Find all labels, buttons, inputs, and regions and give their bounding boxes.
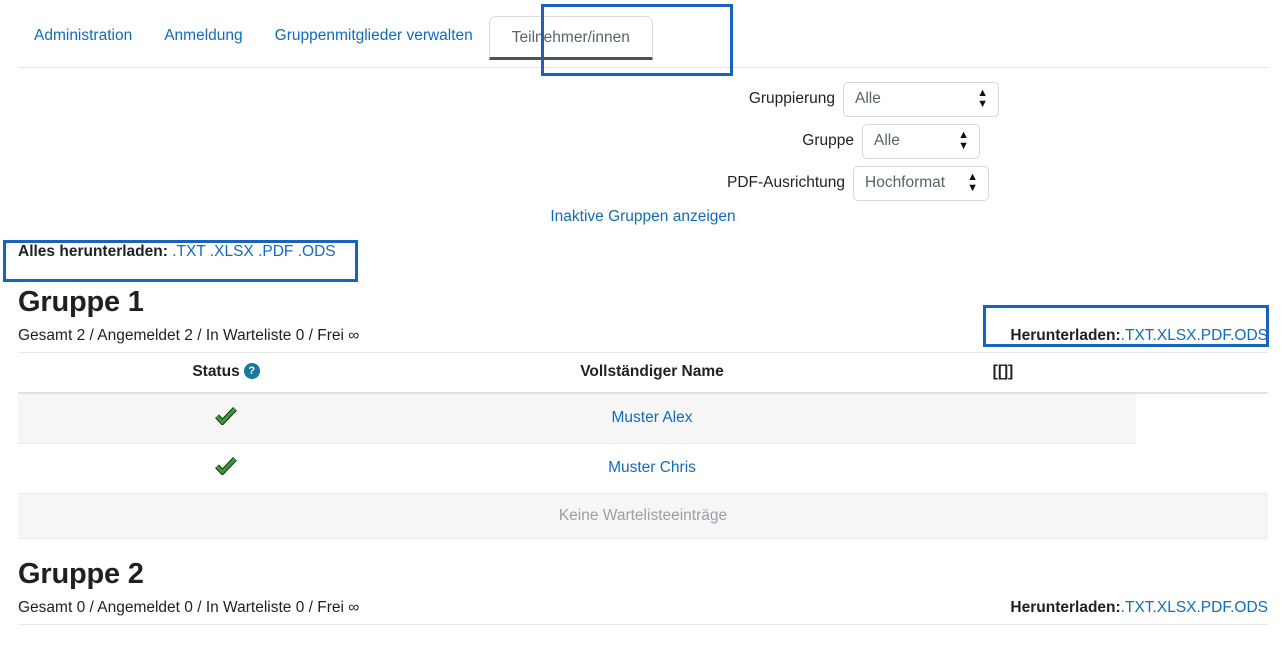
show-inactive-groups-link[interactable]: Inaktive Gruppen anzeigen bbox=[0, 208, 1286, 226]
column-header-status[interactable]: Status? bbox=[18, 352, 434, 394]
tab-teilnehmer-innen-label: Teilnehmer/innen bbox=[511, 29, 630, 47]
column-header-full-name-label: Vollständiger Name bbox=[580, 362, 724, 380]
download-all-ods-link[interactable]: .ODS bbox=[298, 243, 336, 260]
label-gruppe: Gruppe bbox=[802, 132, 854, 150]
tab-bar: Administration Anmeldung Gruppenmitglied… bbox=[0, 0, 1286, 76]
label-gruppierung: Gruppierung bbox=[748, 90, 835, 108]
group-1-download-xlsx-link[interactable]: .XLSX bbox=[1153, 327, 1197, 344]
filter-row-gruppe: Gruppe Alle ▲ ▼ bbox=[0, 123, 1286, 159]
row-1-extra-cell bbox=[870, 392, 1136, 444]
download-all-label: Alles herunterladen: bbox=[18, 242, 168, 260]
download-all-row: Alles herunterladen: .TXT .XLSX .PDF .OD… bbox=[0, 239, 1286, 282]
tab-administration-label: Administration bbox=[34, 27, 133, 45]
download-all-pdf-link[interactable]: .PDF bbox=[258, 243, 293, 260]
tab-gruppenmitglieder-verwalten-label: Gruppenmitglieder verwalten bbox=[274, 27, 473, 45]
status-check-icon bbox=[215, 456, 237, 479]
group-1-meta-row: Gesamt 2 / Angemeldet 2 / In Warteliste … bbox=[18, 304, 1269, 353]
group-1-meta: Gesamt 2 / Angemeldet 2 / In Warteliste … bbox=[18, 326, 360, 344]
help-icon[interactable]: ? bbox=[243, 362, 260, 379]
group-2-download-pdf-link[interactable]: .PDF bbox=[1197, 599, 1231, 616]
pdf-ausrichtung-select[interactable]: Hochformat bbox=[853, 165, 989, 201]
group-1-download-pdf-link[interactable]: .PDF bbox=[1197, 327, 1231, 344]
gruppierung-select-wrap: Alle ▲ ▼ bbox=[843, 82, 999, 117]
row-2-status-cell bbox=[18, 443, 434, 494]
pdf-ausrichtung-select-wrap: Hochformat ▲ ▼ bbox=[853, 165, 989, 201]
tab-bar-divider bbox=[18, 67, 1268, 68]
group-2-download-txt-link[interactable]: .TXT bbox=[1121, 599, 1153, 616]
filter-row-pdf-ausrichtung: PDF-Ausrichtung Hochformat ▲ ▼ bbox=[0, 165, 1286, 201]
participant-name-link[interactable]: Muster Chris bbox=[608, 459, 696, 476]
tab-administration[interactable]: Administration bbox=[18, 17, 148, 68]
download-all-xlsx-link[interactable]: .XLSX bbox=[210, 243, 254, 260]
participant-name-link[interactable]: Muster Alex bbox=[612, 409, 693, 426]
tab-gruppenmitglieder-verwalten[interactable]: Gruppenmitglieder verwalten bbox=[259, 17, 489, 68]
column-header-extra-label: [[]] bbox=[992, 362, 1014, 380]
gruppe-select-wrap: Alle ▲ ▼ bbox=[862, 123, 980, 159]
group-1-download-ods-link[interactable]: .ODS bbox=[1230, 327, 1268, 344]
group-2-download-ods-link[interactable]: .ODS bbox=[1230, 599, 1268, 616]
group-2-title: Gruppe 2 bbox=[18, 557, 144, 590]
group-1-participants-table: Status? Vollständiger Name [[]] Muster A… bbox=[18, 352, 1268, 539]
download-all-text: Alles herunterladen: .TXT .XLSX .PDF .OD… bbox=[18, 243, 1286, 261]
tab-anmeldung-label: Anmeldung bbox=[164, 27, 243, 45]
group-1-table-head: Status? Vollständiger Name [[]] bbox=[18, 352, 1268, 394]
group-section-1: Gruppe 1 Gesamt 2 / Angemeldet 2 / In Wa… bbox=[0, 285, 1286, 539]
filter-row-gruppierung: Gruppierung Alle ▲ ▼ bbox=[0, 82, 1286, 117]
row-1-name-cell: Muster Alex bbox=[434, 392, 870, 444]
table-row[interactable]: Muster Alex bbox=[18, 392, 1268, 444]
row-2-spacer-cell bbox=[1136, 443, 1268, 494]
table-header-row: Status? Vollständiger Name [[]] bbox=[18, 352, 1268, 394]
group-1-title: Gruppe 1 bbox=[18, 285, 144, 318]
download-all-txt-link[interactable]: .TXT bbox=[172, 243, 205, 260]
waitlist-empty-row: Keine Warteliste­einträge bbox=[18, 493, 1268, 539]
group-1-download-label: Herunterladen: bbox=[1010, 326, 1121, 344]
tab-list: Administration Anmeldung Gruppenmitglied… bbox=[18, 0, 1286, 68]
tab-teilnehmer-innen[interactable]: Teilnehmer/innen bbox=[488, 16, 653, 60]
label-pdf-ausrichtung: PDF-Ausrichtung bbox=[726, 174, 845, 192]
row-1-status-cell bbox=[18, 392, 434, 444]
column-header-spacer bbox=[1136, 352, 1268, 394]
column-header-extra[interactable]: [[]] bbox=[870, 352, 1136, 394]
row-2-name-cell: Muster Chris bbox=[434, 443, 870, 494]
gruppierung-select[interactable]: Alle bbox=[843, 82, 999, 117]
group-2-download-label: Herunterladen: bbox=[1010, 598, 1121, 616]
column-header-full-name[interactable]: Vollständiger Name bbox=[434, 352, 870, 394]
gruppe-select[interactable]: Alle bbox=[862, 123, 980, 159]
group-1-download-txt-link[interactable]: .TXT bbox=[1121, 327, 1153, 344]
column-header-status-label: Status bbox=[192, 362, 240, 380]
waitlist-empty-message: Keine Warteliste­einträge bbox=[18, 493, 1268, 539]
group-1-download-text: Herunterladen:.TXT.XLSX.PDF.ODS bbox=[1010, 327, 1268, 345]
filter-form: Gruppierung Alle ▲ ▼ Gruppe Alle ▲ ▼ PDF-A… bbox=[0, 82, 1286, 226]
group-section-2: Gruppe 2 Gesamt 0 / Angemeldet 0 / In Wa… bbox=[0, 557, 1286, 625]
table-row[interactable]: Muster Chris bbox=[18, 443, 1268, 494]
group-1-table-body: Muster Alex Muster Chris Keine Wartelist… bbox=[18, 392, 1268, 539]
group-2-meta: Gesamt 0 / Angemeldet 0 / In Warteliste … bbox=[18, 598, 360, 616]
group-2-download-xlsx-link[interactable]: .XLSX bbox=[1153, 599, 1197, 616]
tab-anmeldung[interactable]: Anmeldung bbox=[148, 17, 258, 68]
row-1-spacer-cell bbox=[1136, 392, 1268, 444]
row-2-extra-cell bbox=[870, 443, 1136, 494]
group-2-download-text: Herunterladen:.TXT.XLSX.PDF.ODS bbox=[1010, 599, 1268, 617]
group-2-meta-row: Gesamt 0 / Angemeldet 0 / In Warteliste … bbox=[18, 599, 1268, 625]
status-check-icon bbox=[215, 406, 237, 429]
